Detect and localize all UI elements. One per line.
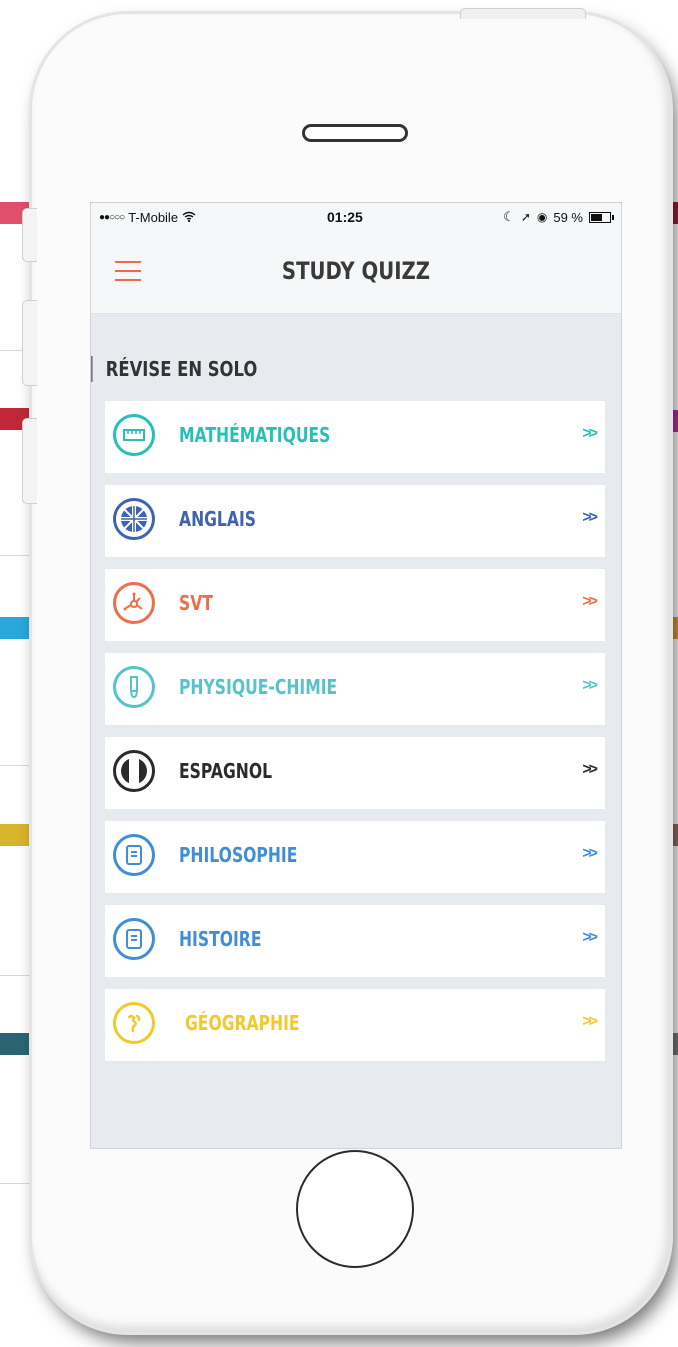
subject-label: ESPAGNOL xyxy=(179,759,273,783)
speaker-grille xyxy=(302,124,408,142)
subject-item-philosophie[interactable]: PHILOSOPHIE >> xyxy=(105,821,605,893)
background-divider xyxy=(0,765,30,766)
battery-icon xyxy=(589,211,614,223)
subject-item-geographie[interactable]: GÉOGRAPHIE >> xyxy=(105,989,605,1061)
chevron-double-right-icon: >> xyxy=(582,509,598,526)
background-stripe-left-3 xyxy=(0,617,34,639)
nav-bar: STUDY QUIZZ xyxy=(91,231,621,314)
battery-level xyxy=(591,213,602,221)
background-stripe-left-5 xyxy=(0,1033,34,1055)
chevron-double-right-icon: >> xyxy=(582,761,598,778)
chevron-double-right-icon: >> xyxy=(582,1013,598,1030)
flag-icon xyxy=(113,750,155,792)
subject-label: PHYSIQUE-CHIMIE xyxy=(179,675,338,699)
home-button[interactable] xyxy=(296,1150,414,1268)
subject-label: GÉOGRAPHIE xyxy=(185,1011,300,1035)
carrier-label: T-Mobile xyxy=(128,209,179,225)
globe-icon xyxy=(113,1002,155,1044)
status-right-group: ☾ ➚ ◉ 59 % xyxy=(503,209,614,225)
hamburger-icon[interactable] xyxy=(115,261,141,281)
section-title: RÉVISE EN SOLO xyxy=(91,352,526,386)
volume-down-button xyxy=(22,418,37,504)
status-time: 01:25 xyxy=(327,209,363,225)
ruler-icon xyxy=(113,414,155,456)
flask-icon xyxy=(113,666,155,708)
volume-up-button xyxy=(22,300,37,386)
subject-label: ANGLAIS xyxy=(179,507,256,531)
subject-item-svt[interactable]: SVT >> xyxy=(105,569,605,641)
carrier-group: ●●○○○ T-Mobile xyxy=(99,210,196,225)
subject-label: PHILOSOPHIE xyxy=(179,843,298,867)
status-bar: ●●○○○ T-Mobile 01:25 ☾ ➚ ◉ 59 % xyxy=(91,203,621,231)
background-divider xyxy=(0,555,30,556)
chevron-double-right-icon: >> xyxy=(582,845,598,862)
book-icon xyxy=(113,834,155,876)
chevron-double-right-icon: >> xyxy=(582,593,598,610)
subject-item-anglais[interactable]: ANGLAIS >> xyxy=(105,485,605,557)
chevron-double-right-icon: >> xyxy=(582,929,598,946)
background-divider xyxy=(0,975,30,976)
power-button xyxy=(460,8,586,19)
mute-switch xyxy=(22,208,37,262)
book-icon xyxy=(113,918,155,960)
background-stripe-left-4 xyxy=(0,824,34,846)
wifi-icon xyxy=(182,210,196,225)
chevron-double-right-icon: >> xyxy=(582,425,598,442)
alarm-icon: ◉ xyxy=(536,210,548,224)
union-jack-flag-icon xyxy=(113,498,155,540)
subject-list: MATHÉMATIQUES >> ANGLAIS >> SVT >> PHYSI… xyxy=(105,401,605,1073)
subject-label: SVT xyxy=(179,591,213,615)
page-title: STUDY QUIZZ xyxy=(281,257,431,285)
subject-label: MATHÉMATIQUES xyxy=(179,423,331,447)
chevron-double-right-icon: >> xyxy=(582,677,598,694)
molecule-icon xyxy=(113,582,155,624)
subject-label: HISTOIRE xyxy=(179,927,262,951)
subject-item-histoire[interactable]: HISTOIRE >> xyxy=(105,905,605,977)
signal-strength-icon: ●●○○○ xyxy=(99,211,125,223)
location-arrow-icon: ➚ xyxy=(520,210,531,224)
background-divider xyxy=(0,1183,30,1184)
moon-icon: ☾ xyxy=(503,209,515,224)
subject-item-espagnol[interactable]: ESPAGNOL >> xyxy=(105,737,605,809)
battery-percentage: 59 % xyxy=(553,209,583,225)
app-screen: ●●○○○ T-Mobile 01:25 ☾ ➚ ◉ 59 % STUDY QU… xyxy=(90,202,622,1149)
subject-item-physique-chimie[interactable]: PHYSIQUE-CHIMIE >> xyxy=(105,653,605,725)
subject-item-mathematiques[interactable]: MATHÉMATIQUES >> xyxy=(105,401,605,473)
